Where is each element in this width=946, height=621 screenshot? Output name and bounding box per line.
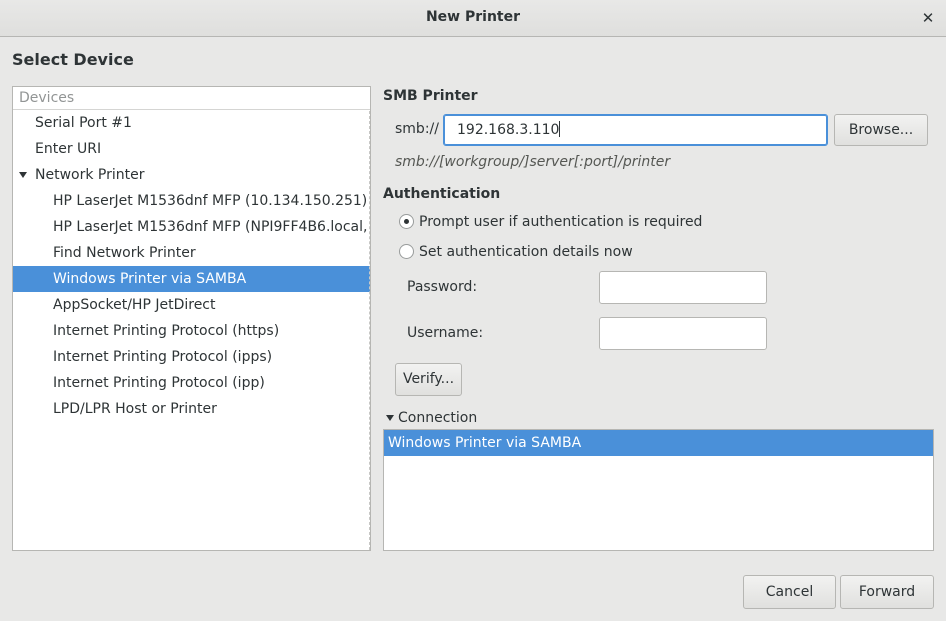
column-divider [369, 111, 370, 550]
expander-down-icon [386, 415, 394, 421]
device-item-network-printer[interactable]: Network Printer [13, 162, 370, 188]
radio-prompt-auth[interactable]: Prompt user if authentication is require… [399, 212, 702, 232]
radio-set-label: Set authentication details now [419, 244, 633, 260]
device-list-header: Devices [13, 87, 370, 110]
password-field[interactable] [599, 271, 767, 304]
page-title: Select Device [12, 50, 134, 69]
device-item-enter-uri[interactable]: Enter URI [13, 136, 370, 162]
browse-button[interactable]: Browse... [834, 114, 928, 146]
titlebar: New Printer ✕ [0, 0, 946, 37]
radio-prompt-label: Prompt user if authentication is require… [419, 214, 703, 230]
device-item-label: Windows Printer via SAMBA [53, 271, 247, 287]
connection-item-windows-samba[interactable]: Windows Printer via SAMBA [384, 430, 933, 456]
device-item-serial-port[interactable]: Serial Port #1 [13, 110, 370, 136]
device-item-label: Internet Printing Protocol (ipps) [53, 349, 273, 365]
device-item-label: Find Network Printer [53, 245, 196, 261]
smb-uri-input[interactable]: 192.168.3.110 [443, 114, 828, 146]
device-item-label: Serial Port #1 [35, 115, 132, 131]
new-printer-dialog: New Printer ✕ Select Device Devices Seri… [0, 0, 946, 621]
connection-list: Windows Printer via SAMBA [383, 429, 934, 551]
device-item-appsocket[interactable]: AppSocket/HP JetDirect [13, 292, 370, 318]
device-item-label: Network Printer [35, 167, 145, 183]
device-item-label: Enter URI [35, 141, 102, 157]
password-label: Password: [407, 279, 478, 295]
connection-item-label: Windows Printer via SAMBA [388, 435, 582, 451]
auth-section-title: Authentication [383, 186, 501, 202]
device-item-ipp[interactable]: Internet Printing Protocol (ipp) [13, 370, 370, 396]
smb-uri-value: 192.168.3.110 [457, 122, 560, 138]
connection-title: Connection [398, 410, 478, 426]
radio-unchecked-icon[interactable] [399, 244, 414, 259]
device-item-label: LPD/LPR Host or Printer [53, 401, 217, 417]
radio-checked-icon[interactable] [399, 214, 414, 229]
device-item-ipp-https[interactable]: Internet Printing Protocol (https) [13, 318, 370, 344]
device-item-label: Internet Printing Protocol (https) [53, 323, 280, 339]
expander-down-icon[interactable] [19, 172, 27, 178]
device-item-label: HP LaserJet M1536dnf MFP (10.134.150.251… [53, 193, 368, 209]
window-title: New Printer [425, 9, 521, 25]
device-item-label: HP LaserJet M1536dnf MFP (NPI9FF4B6.loca… [53, 219, 370, 235]
verify-button[interactable]: Verify... [395, 363, 462, 396]
device-item-label: AppSocket/HP JetDirect [53, 297, 216, 313]
smb-section-title: SMB Printer [383, 88, 478, 104]
device-item-hp-laserjet-ip[interactable]: HP LaserJet M1536dnf MFP (10.134.150.251… [13, 188, 370, 214]
device-item-find-network-printer[interactable]: Find Network Printer [13, 240, 370, 266]
cancel-button[interactable]: Cancel [743, 575, 836, 609]
radio-set-auth[interactable]: Set authentication details now [399, 242, 633, 262]
forward-button[interactable]: Forward [840, 575, 934, 609]
device-item-windows-samba[interactable]: Windows Printer via SAMBA [13, 266, 370, 292]
device-item-hp-laserjet-local[interactable]: HP LaserJet M1536dnf MFP (NPI9FF4B6.loca… [13, 214, 370, 240]
close-icon[interactable]: ✕ [918, 8, 938, 28]
device-list: Devices Serial Port #1 Enter URI Network… [12, 86, 371, 551]
username-field[interactable] [599, 317, 767, 350]
text-caret [559, 121, 561, 137]
smb-uri-hint: smb://[workgroup/]server[:port]/printer [395, 154, 671, 170]
device-item-label: Internet Printing Protocol (ipp) [53, 375, 265, 391]
device-item-ipps[interactable]: Internet Printing Protocol (ipps) [13, 344, 370, 370]
smb-prefix-label: smb:// [395, 121, 439, 137]
username-label: Username: [407, 325, 484, 341]
connection-expander[interactable]: Connection [386, 410, 477, 426]
device-item-lpd[interactable]: LPD/LPR Host or Printer [13, 396, 370, 422]
